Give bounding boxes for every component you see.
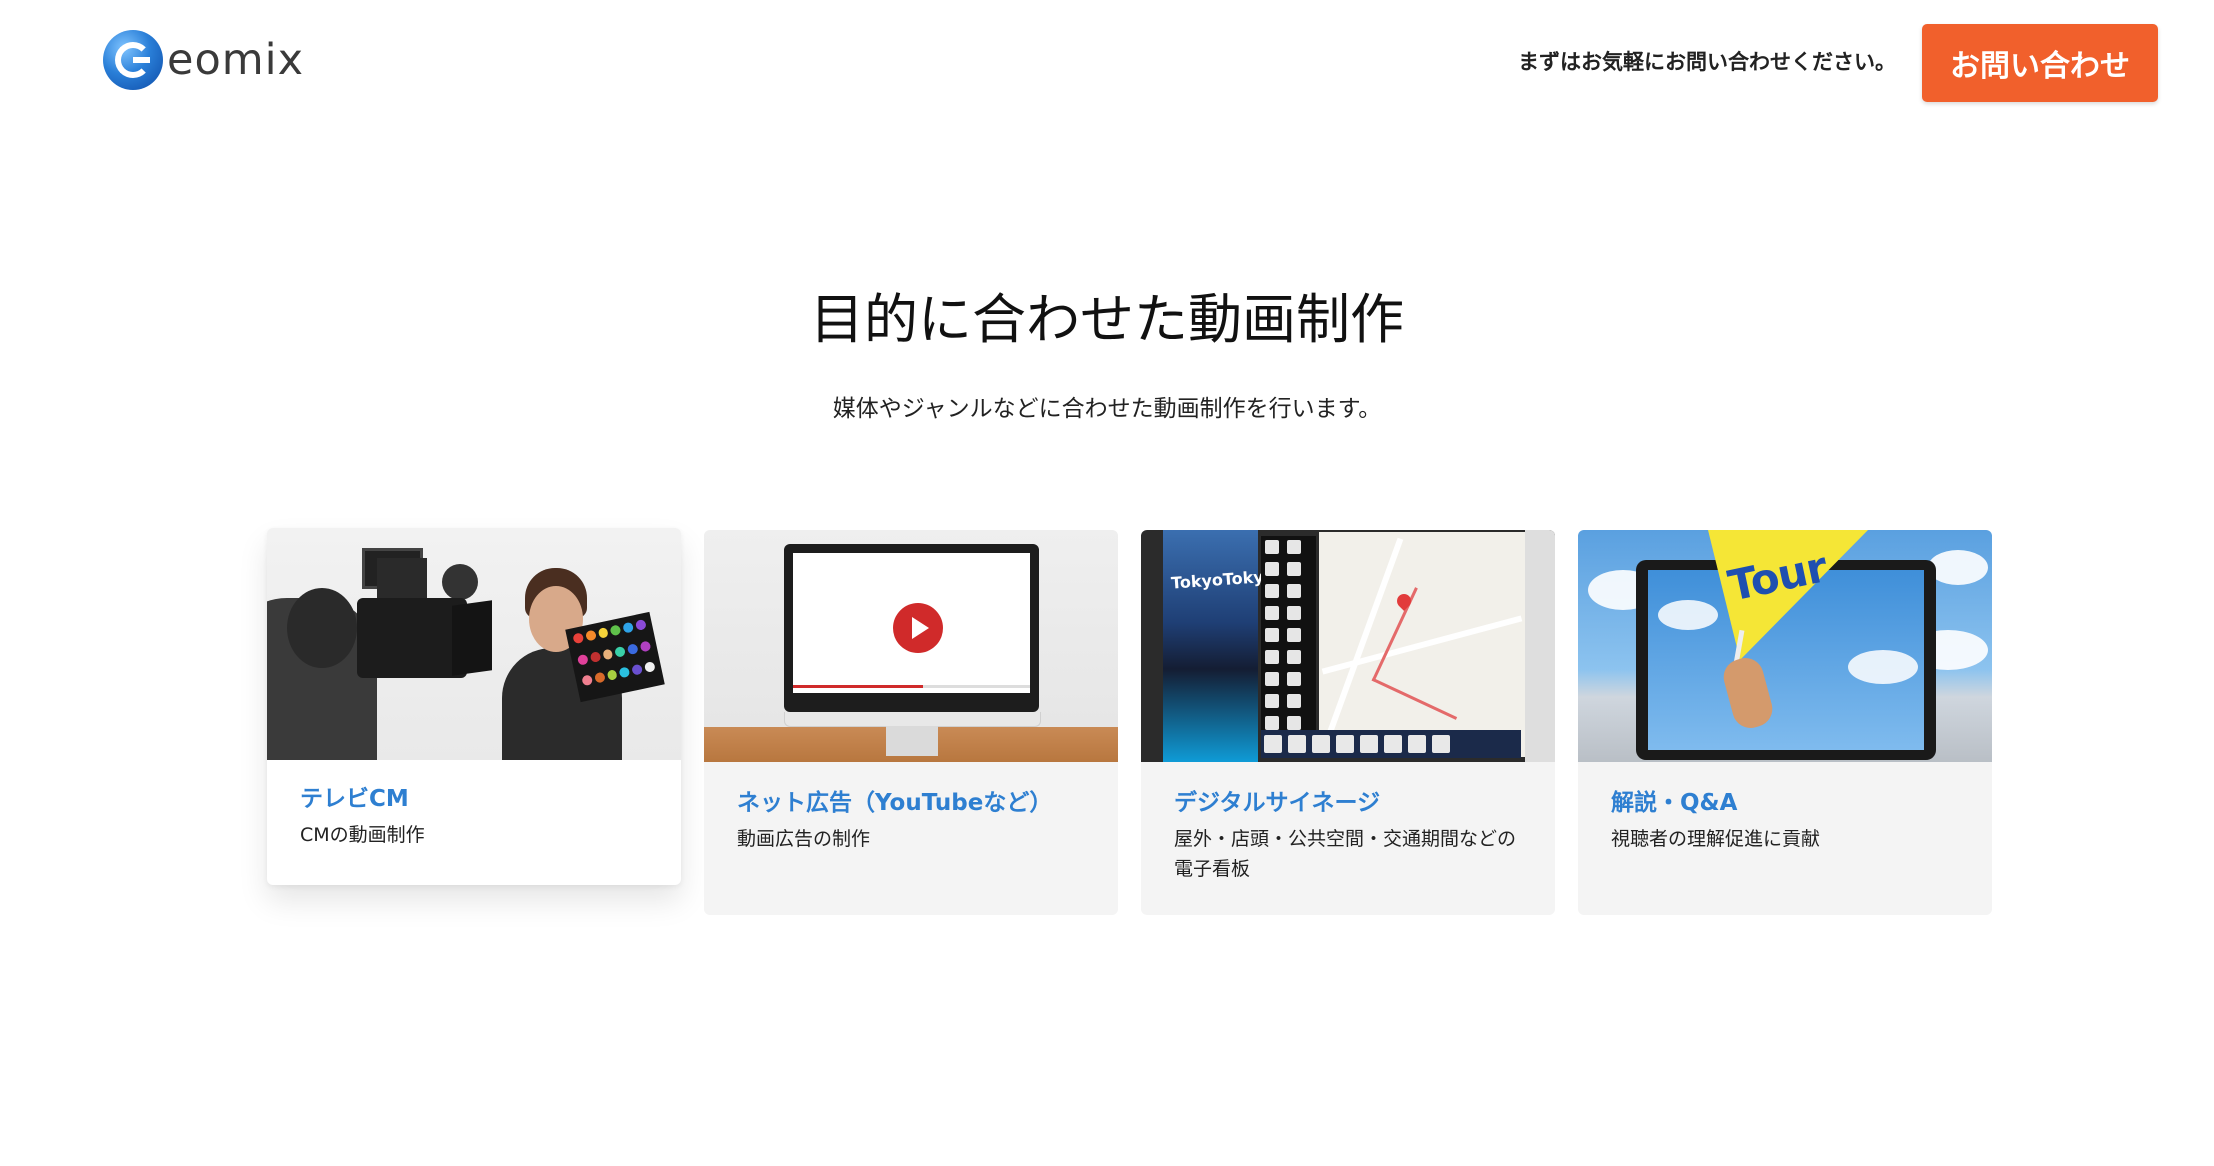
monitor-stand (886, 726, 938, 756)
explanation-qa-image: Tour (1578, 530, 1992, 762)
logo-text: eomix (167, 35, 305, 85)
video-progress-fill (793, 685, 924, 688)
card-explanation-qa[interactable]: Tour 解説・Q&A 視聴者の理解促進に貢献 (1578, 530, 1992, 915)
cloud (1928, 550, 1988, 585)
card-description: 視聴者の理解促進に貢献 (1611, 828, 1821, 850)
card-title: ネット広告（YouTubeなど） (737, 790, 1053, 816)
camera-operator-head (287, 588, 357, 668)
signage-side-panel (1525, 530, 1555, 762)
card-description: CMの動画制作 (300, 824, 425, 846)
card-title: テレビCM (300, 786, 409, 812)
signage-bottom-bar (1261, 730, 1521, 758)
contact-invitation-text: まずはお気軽にお問い合わせください。 (1518, 50, 1896, 74)
camera-mic (442, 564, 478, 600)
makeup-palette (565, 611, 665, 703)
card-digital-signage[interactable]: TokyoTokyo デジタルサイネージ 屋外・店頭・公共空間・交通期間などの電… (1141, 530, 1555, 915)
signage-map (1319, 532, 1525, 757)
section-lead: 媒体やジャンルなどに合わせた動画制作を行います。 (832, 396, 1382, 422)
monitor-chin (784, 712, 1041, 727)
card-description: 動画広告の制作 (737, 828, 871, 850)
play-icon (893, 603, 943, 653)
signage-icon-grid (1261, 536, 1316, 756)
page: eomix まずはお気軽にお問い合わせください。 お問い合わせ 目的に合わせた動… (0, 0, 2214, 1166)
camera-mount (377, 558, 427, 598)
card-title: 解説・Q&A (1611, 790, 1738, 816)
monitor-screen (793, 553, 1030, 693)
card-title: デジタルサイネージ (1174, 790, 1381, 816)
video-progress-bar (793, 685, 1030, 688)
digital-signage-image: TokyoTokyo (1141, 530, 1555, 762)
geomix-logo-mark-icon (103, 30, 163, 90)
site-header: eomix まずはお気軽にお問い合わせください。 お問い合わせ (0, 0, 2214, 124)
monitor (784, 544, 1039, 712)
signage-panel-text: TokyoTokyo (1170, 566, 1276, 593)
contact-button[interactable]: お問い合わせ (1922, 24, 2158, 102)
card-net-ads[interactable]: ネット広告（YouTubeなど） 動画広告の制作 (704, 530, 1118, 915)
geomix-logo[interactable]: eomix (103, 30, 304, 90)
camera-body (357, 598, 467, 678)
map-route (1371, 587, 1500, 720)
cloud (1658, 600, 1718, 630)
signage-left-panel: TokyoTokyo (1163, 530, 1275, 762)
tv-cm-image (267, 528, 681, 760)
section-title: 目的に合わせた動画制作 (810, 288, 1404, 351)
cloud (1848, 650, 1918, 684)
camera-matte-box (452, 600, 492, 676)
card-tv-cm[interactable]: テレビCM CMの動画制作 (267, 528, 681, 885)
net-ads-image (704, 530, 1118, 762)
card-description: 屋外・店頭・公共空間・交通期間などの電子看板 (1174, 828, 1517, 880)
